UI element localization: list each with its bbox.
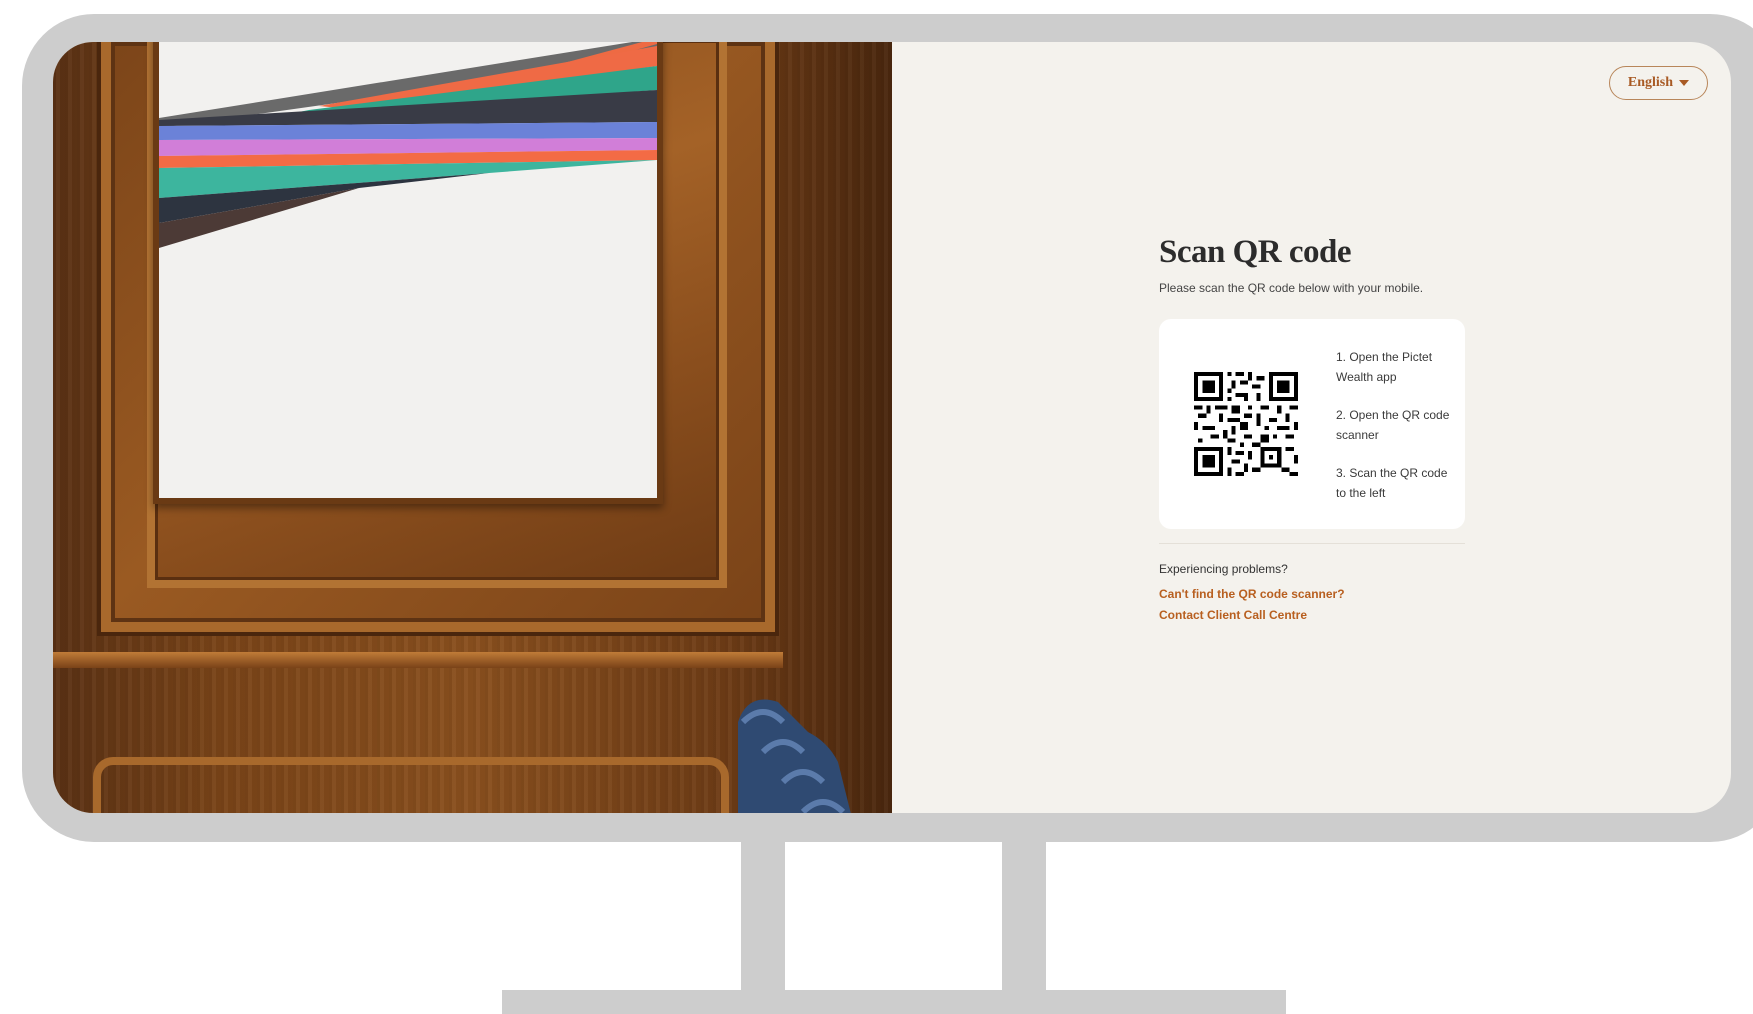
divider: [1159, 543, 1465, 544]
help-heading: Experiencing problems?: [1159, 562, 1288, 576]
wood-panel-lower: [93, 757, 729, 813]
monitor-stand-right: [1002, 842, 1046, 992]
qr-card: 1. Open the Pictet Wealth app 2. Open th…: [1159, 319, 1465, 529]
cant-find-scanner-link[interactable]: Can't find the QR code scanner?: [1159, 584, 1465, 605]
qr-code: [1194, 372, 1298, 476]
monitor-stand-left: [741, 842, 785, 992]
page-subtitle: Please scan the QR code below with your …: [1159, 281, 1424, 295]
step-1: 1. Open the Pictet Wealth app: [1336, 350, 1433, 384]
qr-steps: 1. Open the Pictet Wealth app 2. Open th…: [1336, 347, 1454, 521]
chair: [738, 699, 851, 813]
qr-section: Scan QR code Please scan the QR code bel…: [1159, 234, 1465, 626]
screen: English Scan QR code Please scan the QR …: [53, 42, 1731, 813]
language-label: English: [1627, 75, 1673, 90]
page-title: Scan QR code: [1159, 234, 1352, 270]
login-content: English Scan QR code Please scan the QR …: [892, 42, 1731, 813]
caret-down-icon: [1679, 80, 1689, 86]
painting: [153, 42, 663, 504]
language-selector[interactable]: English: [1608, 66, 1708, 100]
painting-stripes: [159, 42, 657, 248]
monitor-stand-base: [502, 990, 1286, 1014]
wood-rail: [53, 652, 783, 668]
step-2: 2. Open the QR code scanner: [1336, 408, 1450, 442]
contact-call-centre-link[interactable]: Contact Client Call Centre: [1159, 605, 1465, 626]
hero-photo: [53, 42, 892, 813]
step-3: 3. Scan the QR code to the left: [1336, 466, 1448, 500]
